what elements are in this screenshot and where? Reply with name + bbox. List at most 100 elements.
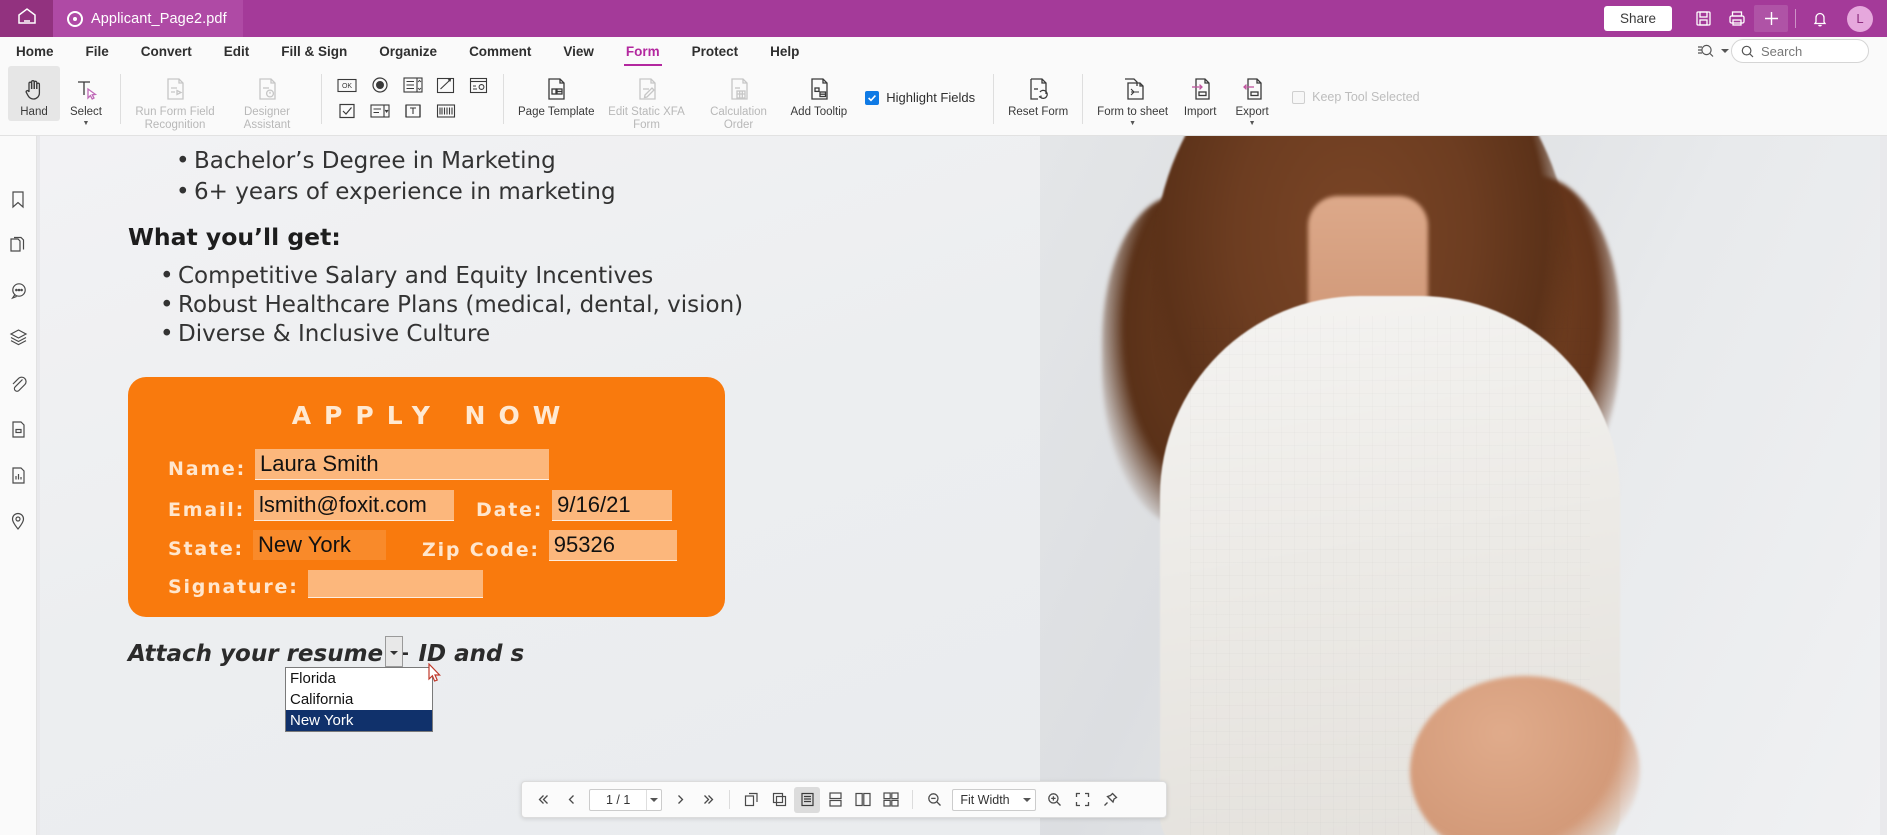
menu-item-file[interactable]: File xyxy=(70,37,125,66)
export-icon xyxy=(1238,74,1266,104)
page-template-button[interactable]: Page Template xyxy=(512,66,601,121)
document-viewer: • Bachelor’s Degree in Marketing • 6+ year… xyxy=(37,136,1887,835)
image-field-icon[interactable] xyxy=(465,74,493,96)
menu-item-help[interactable]: Help xyxy=(754,37,815,66)
chevron-down-icon[interactable]: ▼ xyxy=(1249,120,1256,127)
statistics-icon[interactable] xyxy=(5,462,31,488)
pin-toolbar-icon[interactable] xyxy=(1097,787,1123,813)
email-row: Email: lsmith@foxit.com xyxy=(168,490,455,521)
title-bar: Applicant_Page2.pdf Share L xyxy=(0,0,1887,37)
dropdown-option-california[interactable]: California xyxy=(286,689,432,710)
select-tool-button[interactable]: Select ▼ xyxy=(60,66,112,129)
search-input[interactable]: Search xyxy=(1731,39,1869,63)
state-combo-field[interactable]: New York xyxy=(252,530,386,560)
push-button-field-icon[interactable]: OK xyxy=(333,74,361,96)
last-page-icon[interactable] xyxy=(695,787,721,813)
notification-bell-icon[interactable] xyxy=(1803,0,1837,37)
page-dropdown-caret-icon[interactable] xyxy=(646,789,661,810)
signature-label: Signature: xyxy=(168,576,299,598)
home-button[interactable] xyxy=(0,0,53,37)
menu-item-form[interactable]: Form xyxy=(610,37,676,66)
reset-form-button[interactable]: Reset Form xyxy=(1002,66,1074,121)
previous-page-icon[interactable] xyxy=(558,787,584,813)
email-label: Email: xyxy=(168,499,246,521)
page-thumbnails-icon[interactable] xyxy=(5,232,31,258)
add-tooltip-button[interactable]: Add Tooltip xyxy=(785,66,854,121)
bookmarks-icon[interactable] xyxy=(5,186,31,212)
document-tab[interactable]: Applicant_Page2.pdf xyxy=(53,0,243,37)
menu-item-organize[interactable]: Organize xyxy=(363,37,453,66)
import-button[interactable]: Import xyxy=(1174,66,1226,121)
user-avatar[interactable]: L xyxy=(1847,5,1873,32)
signature-field-icon[interactable] xyxy=(432,74,460,96)
menu-item-fill-and-sign[interactable]: Fill & Sign xyxy=(265,37,363,66)
rotate-view-icon[interactable] xyxy=(738,787,764,813)
list-box-field-icon[interactable] xyxy=(399,74,427,96)
ribbon-divider xyxy=(321,74,322,124)
menu-item-view[interactable]: View xyxy=(547,37,610,66)
export-button[interactable]: Export ▼ xyxy=(1226,66,1278,129)
single-page-view-icon[interactable] xyxy=(794,786,821,813)
fullscreen-icon[interactable] xyxy=(1069,787,1095,813)
save-icon[interactable] xyxy=(1686,0,1720,37)
hand-tool-button[interactable]: Hand xyxy=(8,66,60,121)
combo-box-field-icon[interactable] xyxy=(366,100,394,122)
menu-item-protect[interactable]: Protect xyxy=(676,37,755,66)
benefit-bullet-2: • Robust Healthcare Plans (medical, denta… xyxy=(160,292,743,318)
zoom-level-select[interactable]: Fit Width xyxy=(952,788,1037,811)
highlight-fields-checkbox[interactable]: Highlight Fields xyxy=(865,90,975,105)
menu-item-comment[interactable]: Comment xyxy=(453,37,547,66)
zip-code-field[interactable]: 95326 xyxy=(548,530,677,561)
name-field[interactable]: Laura Smith xyxy=(255,449,550,480)
first-page-icon[interactable] xyxy=(530,787,556,813)
calculation-order-icon xyxy=(725,74,753,104)
form-ribbon-toolbar: Hand Select ▼ Run Form Field Recognition xyxy=(0,66,1887,136)
next-page-icon[interactable] xyxy=(667,787,693,813)
menu-item-edit[interactable]: Edit xyxy=(208,37,266,66)
zoom-in-icon[interactable] xyxy=(1041,787,1067,813)
crop-view-icon[interactable] xyxy=(766,787,792,813)
advanced-search-icon[interactable] xyxy=(1697,43,1729,59)
form-to-sheet-button[interactable]: Form to sheet ▼ xyxy=(1091,66,1174,129)
dropdown-option-florida[interactable]: Florida xyxy=(286,668,432,689)
date-row: Date: 9/16/21 xyxy=(476,490,673,521)
barcode-field-icon[interactable] xyxy=(432,100,460,122)
chevron-down-icon[interactable]: ▼ xyxy=(1129,120,1136,127)
layers-icon[interactable] xyxy=(5,324,31,350)
requirement-bullet-1-text: Bachelor’s Degree in Marketing xyxy=(194,148,556,174)
new-tab-plus-icon[interactable] xyxy=(1754,5,1788,32)
radio-button-field-icon[interactable] xyxy=(366,74,394,96)
edit-static-xfa-form-button: Edit Static XFA Form xyxy=(601,66,693,133)
print-icon[interactable] xyxy=(1720,0,1754,37)
stamp-signature-icon[interactable] xyxy=(5,416,31,442)
dropdown-option-new-york[interactable]: New York xyxy=(286,710,432,731)
date-field[interactable]: 9/16/21 xyxy=(552,490,673,521)
continuous-scroll-icon[interactable] xyxy=(822,787,848,813)
attachments-icon[interactable] xyxy=(5,370,31,396)
menu-item-convert[interactable]: Convert xyxy=(125,37,208,66)
zoom-level-value: Fit Width xyxy=(960,792,1010,807)
comments-icon[interactable] xyxy=(5,278,31,304)
state-combo-dropdown-button[interactable] xyxy=(385,636,403,667)
location-pin-icon[interactable] xyxy=(5,508,31,534)
menu-bar: Home File Convert Edit Fill & Sign Organ… xyxy=(0,37,1887,66)
page-template-label: Page Template xyxy=(518,106,595,118)
two-page-scroll-icon[interactable] xyxy=(878,787,904,813)
document-title: Applicant_Page2.pdf xyxy=(91,10,227,27)
ribbon-divider xyxy=(993,74,995,124)
check-box-field-icon[interactable] xyxy=(333,100,361,122)
pdf-page: • Bachelor’s Degree in Marketing • 6+ year… xyxy=(40,136,1880,835)
zoom-out-icon[interactable] xyxy=(921,787,947,813)
bullet-dot: • xyxy=(160,292,174,318)
chevron-down-icon[interactable]: ▼ xyxy=(83,120,90,127)
state-dropdown-list[interactable]: Florida California New York xyxy=(285,667,433,732)
menu-item-home[interactable]: Home xyxy=(0,37,70,66)
signature-field[interactable] xyxy=(307,570,483,598)
text-field-icon[interactable] xyxy=(399,100,427,122)
state-row: State: New York xyxy=(168,530,386,560)
email-field[interactable]: lsmith@foxit.com xyxy=(254,490,455,521)
page-number-input[interactable]: 1 / 1 xyxy=(589,788,663,811)
share-button[interactable]: Share xyxy=(1603,6,1672,31)
ribbon-divider xyxy=(503,74,504,124)
two-page-view-icon[interactable] xyxy=(850,787,876,813)
